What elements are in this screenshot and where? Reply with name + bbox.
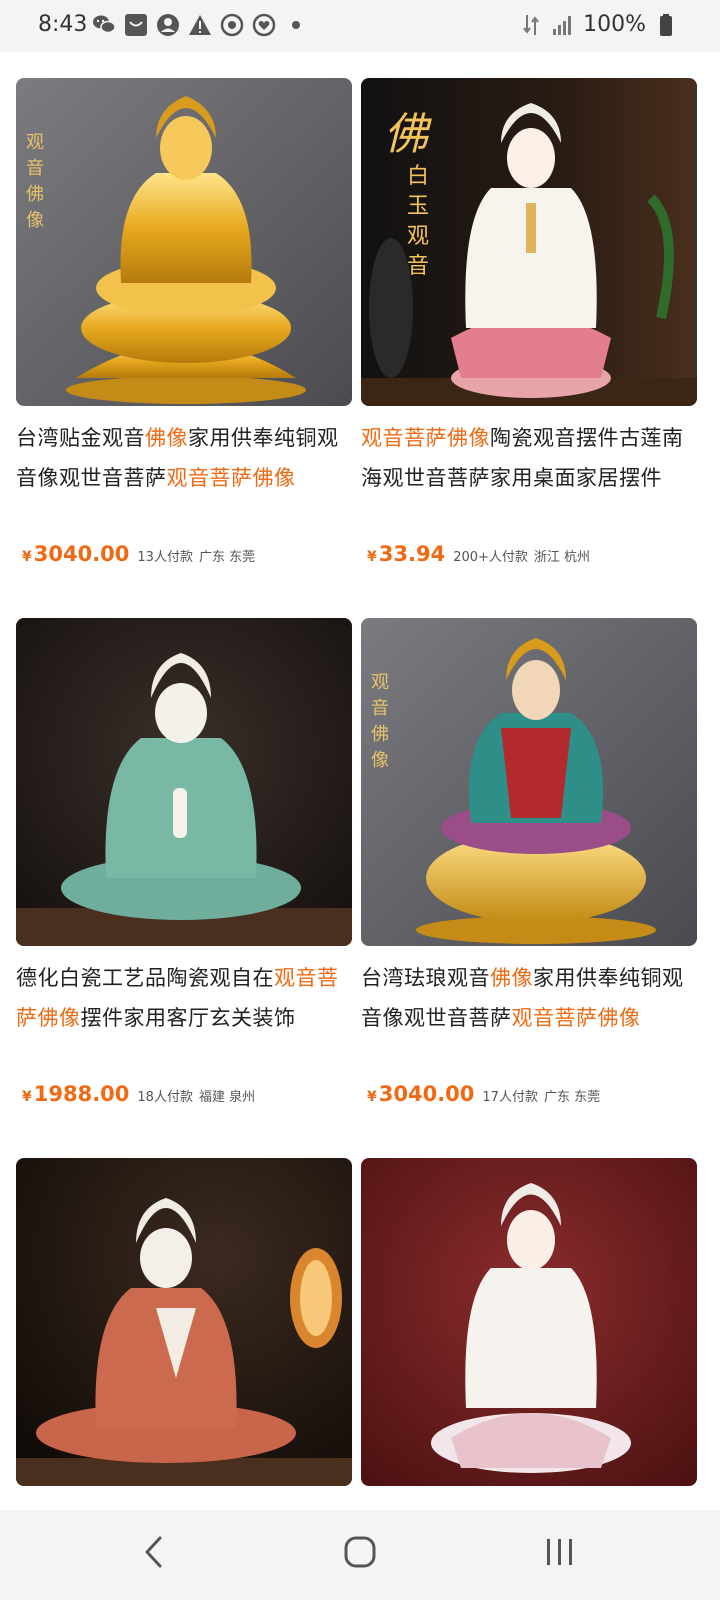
product-title[interactable]: 观音菩萨佛像陶瓷观音摆件古莲南海观世音菩萨家用桌面家居摆件 xyxy=(361,418,697,498)
title-text: 台湾珐琅观音 xyxy=(361,966,490,990)
watermark-char: 像 xyxy=(26,210,44,231)
title-text: 摆件家用客厅玄关装饰 xyxy=(80,1006,296,1030)
product-image[interactable]: 佛 白 玉 观 音 xyxy=(361,78,697,406)
sales-count: 18人付款 xyxy=(137,1090,193,1105)
heart-icon xyxy=(252,13,276,37)
navigation-bar xyxy=(0,1510,720,1600)
price: 33.94 xyxy=(378,542,446,566)
price-row: ¥ 3040.00 13人付款 广东 东莞 xyxy=(22,542,255,566)
sync-icon xyxy=(220,13,244,37)
price-row: ¥ 3040.00 17人付款 广东 东莞 xyxy=(367,1082,600,1106)
watermark-char: 佛 xyxy=(371,724,389,745)
recents-icon xyxy=(544,1537,576,1571)
title-text: 德化白瓷工艺品陶瓷观自在 xyxy=(16,966,274,990)
price: 3040.00 xyxy=(378,1082,475,1106)
product-image[interactable]: 观 音 佛 像 xyxy=(16,78,352,406)
seller-location: 广东 东莞 xyxy=(543,1090,601,1105)
data-icon xyxy=(519,13,543,37)
battery-icon xyxy=(654,13,678,37)
product-image[interactable] xyxy=(361,1158,697,1486)
seller-location: 广东 东莞 xyxy=(198,550,256,565)
title-highlight: 观音菩萨佛像 xyxy=(511,1006,641,1030)
product-card[interactable] xyxy=(16,1158,352,1486)
home-button[interactable] xyxy=(330,1528,390,1580)
image-watermark: 观 音 佛 像 xyxy=(26,130,44,234)
product-title[interactable]: 德化白瓷工艺品陶瓷观自在观音菩萨佛像摆件家用客厅玄关装饰 xyxy=(16,958,352,1038)
notification-icons xyxy=(92,13,308,37)
price: 1988.00 xyxy=(33,1082,130,1106)
seller-location: 福建 泉州 xyxy=(198,1090,256,1105)
home-icon xyxy=(344,1536,376,1572)
price: 3040.00 xyxy=(33,542,130,566)
seller-location: 浙江 杭州 xyxy=(533,550,591,565)
image-watermark: 佛 白 玉 观 音 xyxy=(383,108,429,282)
watermark-char: 观 xyxy=(407,224,430,249)
product-card[interactable]: 观 音 佛 像 台湾贴金观音佛像家用供奉纯铜观音像观世音菩萨观音菩萨佛像 ¥ 3… xyxy=(16,78,352,566)
watermark-char: 音 xyxy=(26,158,44,179)
product-card[interactable]: 观 音 佛 像 台湾珐琅观音佛像家用供奉纯铜观音像观世音菩萨观音菩萨佛像 ¥ 3… xyxy=(361,618,697,1106)
product-image[interactable] xyxy=(16,1158,352,1486)
watermark-char: 玉 xyxy=(407,194,430,219)
product-card[interactable]: 德化白瓷工艺品陶瓷观自在观音菩萨佛像摆件家用客厅玄关装饰 ¥ 1988.00 1… xyxy=(16,618,352,1106)
watermark-char: 佛 xyxy=(26,184,44,205)
system-status: 100% xyxy=(519,12,678,37)
signal-icon xyxy=(551,13,575,37)
status-time: 8:43 xyxy=(38,12,88,37)
title-highlight: 观音菩萨佛像 xyxy=(166,466,296,490)
price-row: ¥ 1988.00 18人付款 福建 泉州 xyxy=(22,1082,255,1106)
dot-icon xyxy=(284,13,308,37)
title-highlight: 佛像 xyxy=(145,426,188,450)
recents-button[interactable] xyxy=(530,1528,590,1580)
watermark-char: 音 xyxy=(407,254,430,279)
product-title[interactable]: 台湾贴金观音佛像家用供奉纯铜观音像观世音菩萨观音菩萨佛像 xyxy=(16,418,352,498)
battery-percent: 100% xyxy=(583,12,646,37)
watermark-char: 观 xyxy=(371,672,389,693)
product-title[interactable]: 台湾珐琅观音佛像家用供奉纯铜观音像观世音菩萨观音菩萨佛像 xyxy=(361,958,697,1038)
product-image[interactable] xyxy=(16,618,352,946)
sales-count: 13人付款 xyxy=(137,550,193,565)
currency-symbol: ¥ xyxy=(22,1089,32,1105)
watermark-char: 观 xyxy=(26,132,44,153)
watermark-char: 白 xyxy=(407,164,430,189)
watermark-char: 音 xyxy=(371,698,389,719)
title-text: 台湾贴金观音 xyxy=(16,426,145,450)
back-button[interactable] xyxy=(124,1528,184,1580)
status-bar: 8:43 100% xyxy=(0,0,720,52)
product-feed[interactable]: 观 音 佛 像 台湾贴金观音佛像家用供奉纯铜观音像观世音菩萨观音菩萨佛像 ¥ 3… xyxy=(0,52,720,1510)
title-highlight: 观音菩萨佛像 xyxy=(361,426,490,450)
product-image[interactable]: 观 音 佛 像 xyxy=(361,618,697,946)
title-highlight: 佛像 xyxy=(490,966,533,990)
inbox-icon xyxy=(124,13,148,37)
sales-count: 17人付款 xyxy=(482,1090,538,1105)
back-icon xyxy=(142,1535,166,1573)
product-card[interactable]: 佛 白 玉 观 音 观音菩萨佛像陶瓷观音摆件古莲南海观世音菩萨家用桌面家居摆件 … xyxy=(361,78,697,566)
currency-symbol: ¥ xyxy=(22,549,32,565)
price-row: ¥ 33.94 200+人付款 浙江 杭州 xyxy=(367,542,590,566)
product-card[interactable] xyxy=(361,1158,697,1486)
currency-symbol: ¥ xyxy=(367,1089,377,1105)
warning-icon xyxy=(188,13,212,37)
image-watermark: 观 音 佛 像 xyxy=(371,670,389,774)
watermark-char: 像 xyxy=(371,750,389,771)
sales-count: 200+人付款 xyxy=(453,550,528,565)
currency-symbol: ¥ xyxy=(367,549,377,565)
account-icon xyxy=(156,13,180,37)
wechat-icon xyxy=(92,13,116,37)
watermark-char: 佛 xyxy=(384,109,428,160)
